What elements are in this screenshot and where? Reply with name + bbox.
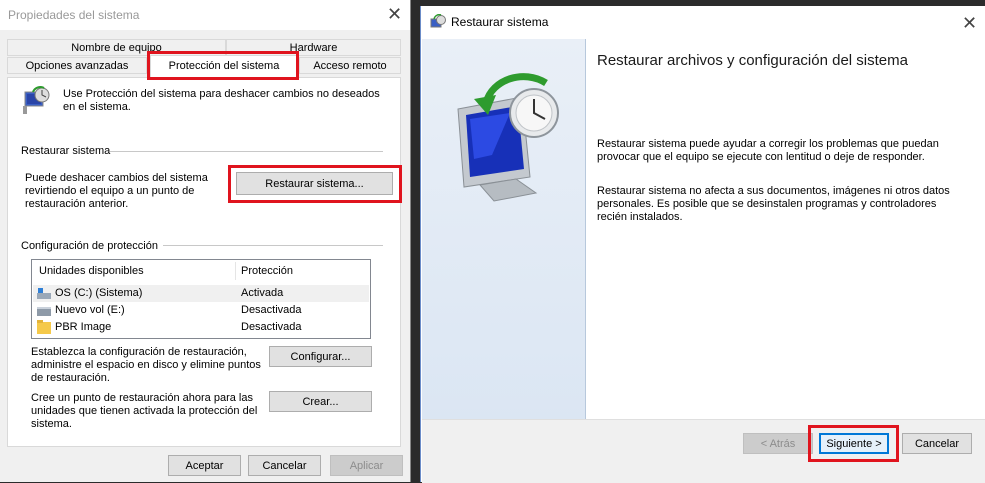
column-header-protection[interactable]: Protección [241,260,293,282]
wizard-content: Restaurar archivos y configuración del s… [586,39,985,421]
intro-text-line2: en el sistema. [63,101,131,113]
config-desc-line1: Establezca la configuración de restaurac… [31,346,247,358]
wizard-sidebar [422,39,586,421]
drive-name: Nuevo vol (E:) [55,304,125,316]
section-divider [110,151,383,152]
system-restore-illustration-icon [457,73,559,202]
paragraph-2-line3: recién instalados. [597,211,683,223]
title-bar: Propiedades del sistema ✕ [0,0,410,30]
cancel-button[interactable]: Cancelar [248,455,321,476]
column-separator [235,262,236,280]
intro-text-line1: Use Protección del sistema para deshacer… [63,88,380,100]
create-desc-line3: sistema. [31,418,72,430]
paragraph-1-line2: provocar que el equipo se ejecute con le… [597,151,925,163]
close-icon[interactable]: ✕ [387,5,402,23]
system-properties-window: Propiedades del sistema ✕ Nombre de equi… [0,0,411,482]
restore-section-title: Restaurar sistema [21,145,111,157]
drive-protection: Desactivada [241,304,302,316]
wizard-heading: Restaurar archivos y configuración del s… [597,52,908,69]
tab-remote-access[interactable]: Acceso remoto [299,57,401,74]
system-drive-icon [37,288,51,299]
table-row[interactable]: Nuevo vol (E:) Desactivada [33,302,369,319]
config-desc-line3: de restauración. [31,372,110,384]
wizard-footer [422,419,985,483]
folder-icon [37,320,51,334]
back-button[interactable]: < Atrás [743,433,813,454]
paragraph-1-line1: Restaurar sistema puede ayudar a corregi… [597,138,939,150]
system-restore-wizard: Restaurar sistema ✕ Restaurar archivos y… [420,6,985,483]
close-icon[interactable]: ✕ [962,14,977,32]
ok-button[interactable]: Aceptar [168,455,241,476]
column-header-drives[interactable]: Unidades disponibles [39,260,144,282]
next-button[interactable]: Siguiente > [819,433,889,454]
paragraph-2-line1: Restaurar sistema no afecta a sus docume… [597,185,950,197]
table-row[interactable]: PBR Image Desactivada [33,319,369,336]
drive-protection: Activada [241,287,284,299]
create-desc-line2: unidades que tienen activada la protecci… [31,405,258,417]
create-button[interactable]: Crear... [269,391,372,412]
apply-button[interactable]: Aplicar [330,455,403,476]
restore-desc-line2: revirtiendo el equipo a un punto de [25,185,195,197]
drives-table: Unidades disponibles Protección OS (C:) … [31,259,371,339]
cancel-button[interactable]: Cancelar [902,433,972,454]
drive-name: OS (C:) (Sistema) [55,287,143,299]
drive-icon [37,307,51,316]
restore-desc-line3: restauración anterior. [25,198,129,210]
section-divider [163,245,383,246]
tab-hardware[interactable]: Hardware [226,39,401,56]
drive-protection: Desactivada [241,321,302,333]
tab-advanced-options[interactable]: Opciones avanzadas [7,57,147,74]
tab-computer-name[interactable]: Nombre de equipo [7,39,226,56]
restore-desc-line1: Puede deshacer cambios del sistema [25,172,208,184]
restore-system-button[interactable]: Restaurar sistema... [236,172,393,195]
tab-system-protection[interactable]: Protección del sistema [150,55,298,77]
window-title: Restaurar sistema [451,15,549,29]
create-desc-line1: Cree un punto de restauración ahora para… [31,392,253,404]
restore-app-icon [430,14,446,28]
computer-protection-icon [23,86,50,114]
window-title: Propiedades del sistema [8,8,140,22]
drive-name: PBR Image [55,321,112,333]
paragraph-2-line2: personales. Es posible que se desinstale… [597,198,937,210]
protection-section-title: Configuración de protección [21,240,158,252]
table-row[interactable]: OS (C:) (Sistema) Activada [33,285,369,302]
config-desc-line2: administre el espacio en disco y elimine… [31,359,261,371]
configure-button[interactable]: Configurar... [269,346,372,367]
